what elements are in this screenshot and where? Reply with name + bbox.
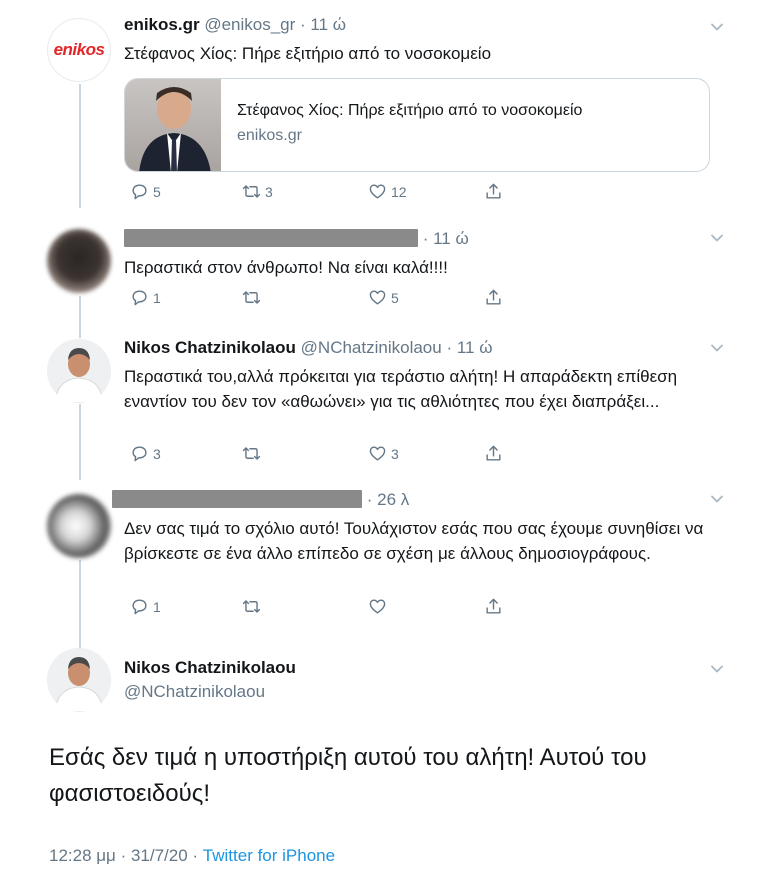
retweet-icon bbox=[242, 600, 261, 613]
person-photo bbox=[47, 339, 111, 403]
person-photo bbox=[139, 87, 211, 171]
card-thumbnail bbox=[125, 79, 221, 171]
card-domain: enikos.gr bbox=[237, 127, 302, 144]
like-count: 3 bbox=[391, 445, 399, 462]
reply-icon bbox=[132, 446, 147, 462]
author-handle[interactable]: @NChatzinikolaou bbox=[124, 681, 720, 703]
share-button[interactable] bbox=[484, 288, 503, 307]
author-name[interactable]: enikos.gr bbox=[124, 15, 200, 34]
heart-icon bbox=[369, 184, 386, 199]
card-title: Στέφανος Χίος: Πήρε εξιτήριο από το νοσο… bbox=[237, 102, 583, 119]
like-count: 5 bbox=[391, 289, 399, 306]
tweet-text: Περαστικά του,αλλά πρόκειται για τεράστι… bbox=[124, 367, 678, 411]
redacted-username bbox=[124, 229, 418, 247]
share-icon bbox=[486, 289, 501, 305]
person-photo bbox=[47, 648, 111, 712]
share-button[interactable] bbox=[484, 444, 503, 463]
retweet-button[interactable] bbox=[242, 597, 265, 616]
tweet-source-link[interactable]: Twitter for iPhone bbox=[203, 846, 335, 865]
tweet-reply-3[interactable]: · 26 λ Δεν σας τιμά το σχόλιο αυτό! Τουλ… bbox=[0, 480, 768, 632]
chevron-down-icon[interactable] bbox=[710, 231, 724, 245]
reply-icon bbox=[132, 184, 147, 200]
heart-icon bbox=[369, 290, 386, 305]
reply-button[interactable]: 1 bbox=[130, 288, 161, 307]
chevron-down-icon[interactable] bbox=[710, 20, 724, 34]
blurred-avatar[interactable] bbox=[47, 229, 111, 293]
blurred-avatar[interactable] bbox=[47, 494, 111, 558]
share-button[interactable] bbox=[484, 597, 503, 616]
enikos-logo-avatar[interactable]: enikos bbox=[47, 18, 111, 82]
main-tweet-text: Εσάς δεν τιμά η υποστήριξη αυτού του αλή… bbox=[49, 744, 647, 807]
share-icon bbox=[486, 183, 501, 199]
author-handle[interactable]: @enikos_gr bbox=[204, 15, 295, 34]
nikos-avatar[interactable] bbox=[47, 339, 111, 403]
enikos-logo: enikos bbox=[53, 40, 105, 59]
retweet-icon bbox=[242, 291, 261, 304]
timestamp-text[interactable]: 12:28 μμ · 31/7/20 · bbox=[49, 846, 203, 865]
reply-button[interactable]: 3 bbox=[130, 444, 161, 463]
tweet-reply-1[interactable]: · 11 ώ Περαστικά στον άνθρωπο! Να είναι … bbox=[0, 215, 768, 323]
reply-count: 5 bbox=[153, 183, 161, 200]
tweet-actions: 1 5 bbox=[124, 288, 524, 310]
tweet-header: · 26 λ bbox=[112, 489, 720, 511]
tweet-actions: 3 3 bbox=[124, 444, 524, 466]
tweet-timestamp: 12:28 μμ · 31/7/20 · Twitter for iPhone bbox=[49, 846, 335, 866]
like-button[interactable]: 5 bbox=[368, 288, 399, 307]
link-card[interactable]: Στέφανος Χίος: Πήρε εξιτήριο από το νοσο… bbox=[124, 78, 710, 172]
chevron-down-icon[interactable] bbox=[710, 662, 724, 676]
tweet-enikos[interactable]: enikos enikos.gr @enikos_gr · 11 ώ Στέφα… bbox=[0, 0, 768, 215]
heart-icon bbox=[369, 446, 386, 461]
retweet-button[interactable] bbox=[242, 444, 265, 463]
tweet-header: Nikos Chatzinikolaou @NChatzinikolaou · … bbox=[124, 337, 720, 359]
like-count: 12 bbox=[391, 183, 407, 200]
like-button[interactable]: 3 bbox=[368, 444, 399, 463]
tweet-header: · 11 ώ bbox=[124, 228, 720, 250]
reply-button[interactable]: 5 bbox=[130, 182, 161, 201]
share-icon bbox=[486, 445, 501, 461]
tweet-text: Στέφανος Χίος: Πήρε εξιτήριο από το νοσο… bbox=[124, 44, 492, 63]
reply-count: 3 bbox=[153, 445, 161, 462]
tweet-text: Δεν σας τιμά το σχόλιο αυτό! Τουλάχιστον… bbox=[124, 519, 704, 563]
reply-count: 1 bbox=[153, 598, 161, 615]
retweet-icon bbox=[242, 185, 261, 198]
tweet-time[interactable]: · 11 ώ bbox=[423, 229, 469, 248]
like-button[interactable]: 12 bbox=[368, 182, 407, 201]
tweet-actions: 1 bbox=[124, 597, 524, 619]
retweet-icon bbox=[242, 447, 261, 460]
nikos-avatar[interactable] bbox=[47, 648, 111, 712]
reply-button[interactable]: 1 bbox=[130, 597, 161, 616]
share-icon bbox=[486, 598, 501, 614]
retweet-button[interactable]: 3 bbox=[242, 182, 273, 201]
author-name[interactable]: Nikos Chatzinikolaou bbox=[124, 338, 296, 357]
tweet-header: enikos.gr @enikos_gr · 11 ώ bbox=[124, 14, 720, 36]
share-button[interactable] bbox=[484, 182, 503, 201]
retweet-count: 3 bbox=[265, 183, 273, 200]
reply-icon bbox=[132, 599, 147, 615]
author-name[interactable]: Nikos Chatzinikolaou bbox=[124, 657, 720, 679]
chevron-down-icon[interactable] bbox=[710, 341, 724, 355]
tweet-time[interactable]: · 11 ώ bbox=[446, 338, 492, 357]
tweet-text: Περαστικά στον άνθρωπο! Να είναι καλά!!!… bbox=[124, 258, 448, 277]
redacted-username bbox=[112, 490, 362, 508]
retweet-button[interactable] bbox=[242, 288, 265, 307]
like-button[interactable] bbox=[368, 597, 391, 616]
reply-count: 1 bbox=[153, 289, 161, 306]
author-handle[interactable]: @NChatzinikolaou bbox=[301, 338, 442, 357]
heart-icon bbox=[369, 599, 386, 614]
tweet-time[interactable]: · 26 λ bbox=[367, 490, 410, 509]
chevron-down-icon[interactable] bbox=[710, 492, 724, 506]
tweet-time[interactable]: · 11 ώ bbox=[300, 15, 346, 34]
reply-icon bbox=[132, 290, 147, 306]
tweet-reply-2[interactable]: Nikos Chatzinikolaou @NChatzinikolaou · … bbox=[0, 323, 768, 480]
tweet-actions: 5 3 12 bbox=[124, 182, 524, 204]
